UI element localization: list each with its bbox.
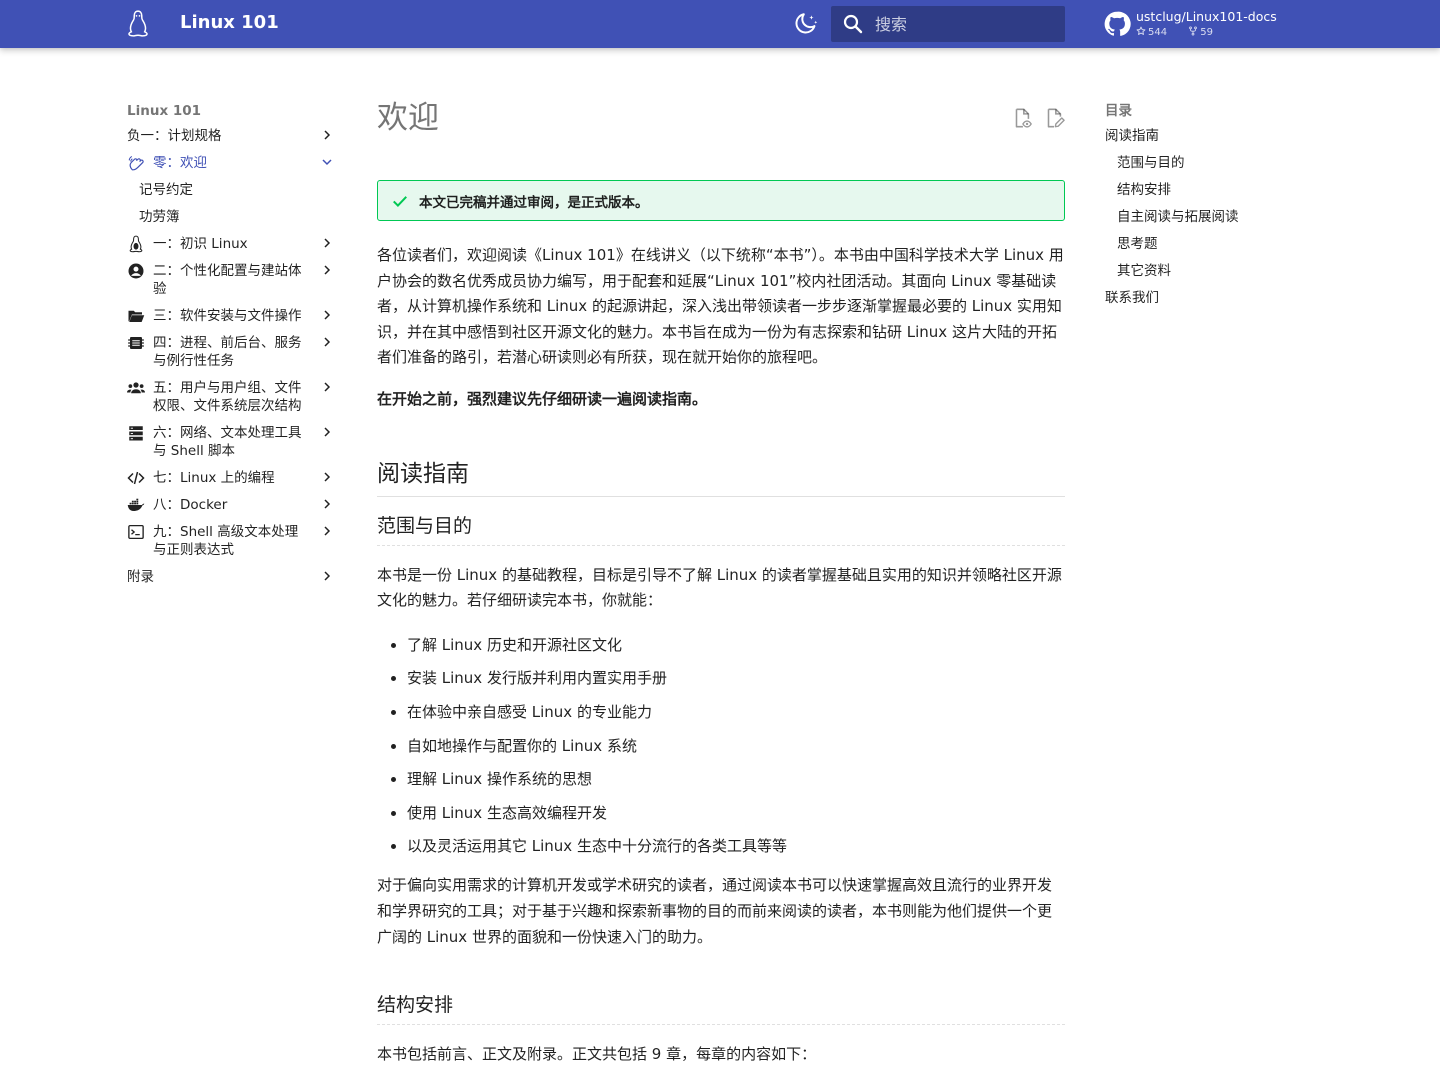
list-item: 以及灵活运用其它 Linux 生态中十分流行的各类工具等等 (407, 834, 1065, 859)
nav-item-chapter-two[interactable]: 二：个性化配置与建站体验 (127, 257, 337, 302)
list-item: 在体验中亲自感受 Linux 的专业能力 (407, 700, 1065, 725)
check-icon (393, 195, 407, 207)
toc-item-self-reading[interactable]: 自主阅读与拓展阅读 (1105, 203, 1305, 230)
console-icon (128, 524, 144, 539)
dark-mode-toggle-icon[interactable] (793, 11, 819, 37)
repository-link[interactable]: ustclug/Linux101-docs 544 59 (1103, 8, 1303, 42)
table-of-contents: 目录 阅读指南 范围与目的 结构安排 自主阅读与拓展阅读 思考题 其它资料 联系… (1105, 100, 1305, 311)
success-admonition: 本文已完稿并通过审阅，是正式版本。 (377, 180, 1065, 221)
top-header: Linux 101 ustclug/Linux101-docs 544 59 (0, 0, 1440, 48)
github-icon (1104, 11, 1131, 36)
toc-item-reading-guide[interactable]: 阅读指南 (1105, 122, 1305, 149)
toc-item-scope[interactable]: 范围与目的 (1105, 149, 1305, 176)
chevron-right-icon (324, 130, 331, 140)
toc-title: 目录 (1105, 103, 1132, 119)
reading-guide-note: 在开始之前，强烈建议先仔细研读一遍阅读指南。 (377, 389, 708, 408)
fork-count: 59 (1200, 27, 1214, 38)
repo-stars: 544 (1136, 26, 1176, 38)
site-title[interactable]: Linux 101 (180, 12, 279, 33)
nav-item-label: 四：进程、前后台、服务与例行性任务 (153, 334, 302, 369)
hand-wave-icon (128, 155, 144, 170)
toc-item-structure[interactable]: 结构安排 (1105, 176, 1305, 203)
account-circle-icon (128, 263, 144, 278)
search-icon (843, 14, 863, 34)
repo-facts: 544 59 (1136, 26, 1231, 38)
star-icon (1136, 26, 1146, 35)
folder-open-icon (128, 310, 145, 322)
nav-item-chapter-zero[interactable]: 零：欢迎 (127, 149, 337, 176)
chevron-down-icon (322, 159, 332, 166)
nav-item-notation[interactable]: 记号约定 (127, 176, 337, 203)
goals-list: 了解 Linux 历史和开源社区文化 安装 Linux 发行版并利用内置实用手册… (377, 633, 1065, 860)
nav-item-chapter-six[interactable]: 六：网络、文本处理工具与 Shell 脚本 (127, 419, 337, 464)
nav-item-label: 零：欢迎 (153, 154, 207, 171)
nav-item-chapter-four[interactable]: 四：进程、前后台、服务与例行性任务 (127, 329, 337, 374)
repo-forks: 59 (1188, 26, 1222, 38)
chevron-right-icon (324, 472, 331, 482)
nav-item-chapter-eight[interactable]: 八：Docker (127, 491, 337, 518)
chevron-right-icon (324, 499, 331, 509)
section-heading-structure: 结构安排 (377, 990, 1065, 1026)
section-heading-scope: 范围与目的 (377, 511, 1065, 546)
nav-item-label: 六：网络、文本处理工具与 Shell 脚本 (153, 424, 302, 459)
nav-item-label: 记号约定 (139, 181, 193, 198)
toc-item-exercises[interactable]: 思考题 (1105, 230, 1305, 257)
server-icon (129, 425, 143, 440)
chevron-right-icon (324, 265, 331, 275)
nav-item-label: 一：初识 Linux (153, 235, 248, 252)
main-content: 欢迎 本文已完稿并通过审阅，是正式版本。 各位读者们，欢迎阅读《Linux 10… (377, 96, 1065, 1068)
chevron-right-icon (324, 310, 331, 320)
repo-name: ustclug/Linux101-docs (1136, 9, 1277, 24)
primary-navigation: Linux 101 负一：计划规格 零：欢迎 记号约定 功劳簿 一：初识 Lin… (127, 100, 337, 590)
list-item: 使用 Linux 生态高效编程开发 (407, 801, 1065, 826)
chevron-right-icon (324, 526, 331, 536)
fork-icon (1189, 26, 1198, 36)
intro-paragraph: 各位读者们，欢迎阅读《Linux 101》在线讲义（以下统称“本书”）。本书由中… (377, 246, 1064, 367)
scope-paragraph: 本书是一份 Linux 的基础教程，目标是引导不了解 Linux 的读者掌握基础… (377, 565, 1062, 610)
account-group-icon (127, 381, 145, 393)
chevron-right-icon (324, 238, 331, 248)
nav-item-chapter-five[interactable]: 五：用户与用户组、文件权限、文件系统层次结构 (127, 374, 337, 419)
page-title: 欢迎 (377, 100, 439, 136)
nav-item-chapter-three[interactable]: 三：软件安装与文件操作 (127, 302, 337, 329)
admonition-text: 本文已完稿并通过审阅，是正式版本。 (419, 194, 649, 211)
penguin-logo-icon[interactable] (125, 10, 151, 38)
nav-item-label: 负一：计划规格 (127, 127, 222, 144)
memory-icon (128, 336, 144, 349)
list-item: 理解 Linux 操作系统的思想 (407, 767, 1065, 792)
code-icon (127, 471, 145, 484)
list-item: 了解 Linux 历史和开源社区文化 (407, 633, 1065, 658)
nav-item-appendix[interactable]: 附录 (127, 563, 337, 590)
chevron-right-icon (324, 382, 331, 392)
chevron-right-icon (324, 571, 331, 581)
search-input[interactable] (875, 6, 1060, 42)
penguin-icon (129, 235, 143, 252)
list-item: 安装 Linux 发行版并利用内置实用手册 (407, 666, 1065, 691)
chevron-right-icon (324, 427, 331, 437)
toc-item-other-materials[interactable]: 其它资料 (1105, 257, 1305, 284)
chevron-right-icon (324, 337, 331, 347)
nav-item-label: 三：软件安装与文件操作 (153, 307, 302, 324)
star-count: 544 (1148, 27, 1168, 38)
nav-title: Linux 101 (127, 103, 202, 119)
docker-icon (127, 498, 145, 511)
nav-item-label: 八：Docker (153, 496, 228, 513)
audience-paragraph: 对于偏向实用需求的计算机开发或学术研究的读者，通过阅读本书可以快速掌握高效且流行… (377, 876, 1053, 946)
list-item: 自如地操作与配置你的 Linux 系统 (407, 734, 1065, 759)
toc-item-contact[interactable]: 联系我们 (1105, 284, 1305, 311)
nav-item-chapter-one[interactable]: 一：初识 Linux (127, 230, 337, 257)
nav-item-chapter-nine[interactable]: 九：Shell 高级文本处理与正则表达式 (127, 518, 337, 563)
nav-item-label: 二：个性化配置与建站体验 (153, 262, 302, 297)
nav-item-label: 九：Shell 高级文本处理与正则表达式 (153, 523, 299, 558)
nav-item-label: 五：用户与用户组、文件权限、文件系统层次结构 (153, 379, 302, 414)
structure-paragraph: 本书包括前言、正文及附录。正文共包括 9 章，每章的内容如下： (377, 1045, 817, 1064)
nav-item-credits[interactable]: 功劳簿 (127, 203, 337, 230)
section-heading-reading-guide: 阅读指南 (377, 454, 1065, 497)
nav-item-chapter-seven[interactable]: 七：Linux 上的编程 (127, 464, 337, 491)
nav-item-label: 附录 (127, 568, 154, 585)
nav-item-label: 七：Linux 上的编程 (153, 469, 275, 486)
nav-item-label: 功劳簿 (139, 208, 180, 225)
nav-item-chapter-minus-one[interactable]: 负一：计划规格 (127, 122, 337, 149)
